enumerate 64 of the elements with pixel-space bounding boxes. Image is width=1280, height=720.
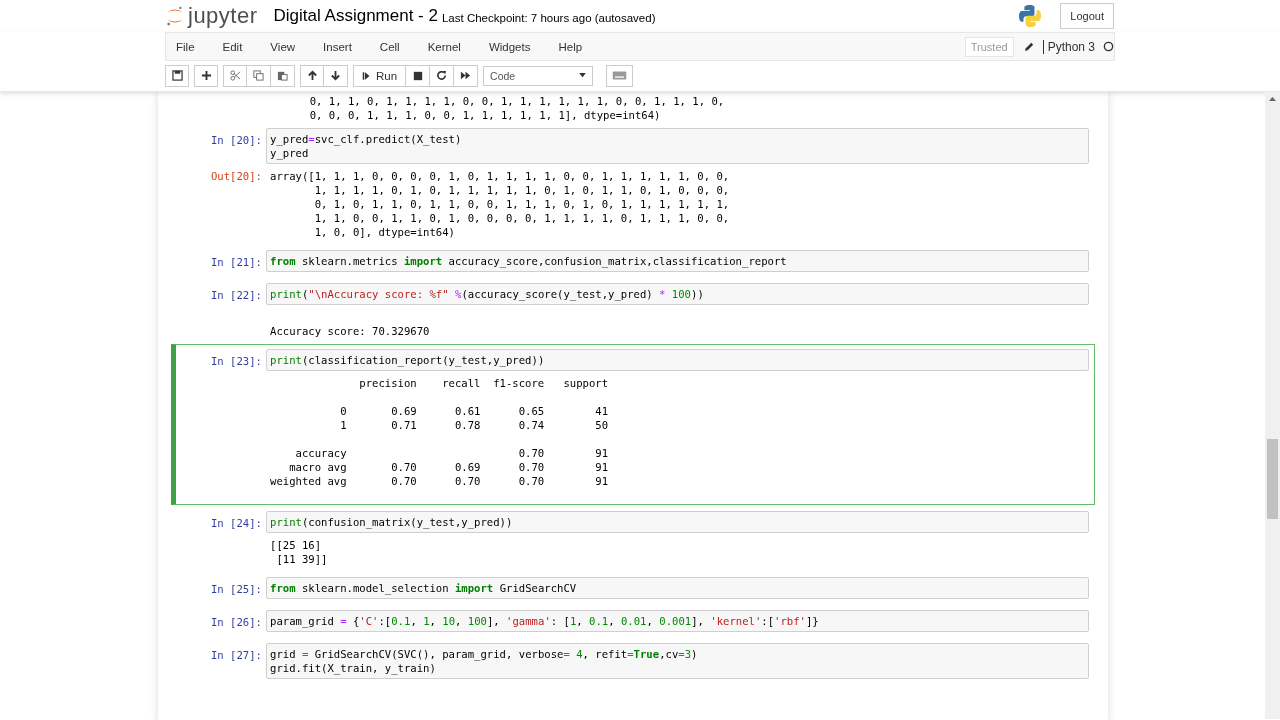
paste-button[interactable] [271,64,295,87]
down-arrow-icon [330,70,341,81]
copy-button[interactable] [247,64,271,87]
kernel-name[interactable]: Python 3 [1042,39,1095,54]
step-icon [362,70,371,81]
restart-button[interactable] [430,64,455,87]
selected-cell[interactable] [171,344,1095,505]
checkpoint-text: Last Checkpoint: 7 hours ago (autosaved) [441,12,656,24]
menu-item[interactable]: File [166,40,207,53]
logo-text[interactable]: jupyter [188,3,258,29]
logout-button[interactable]: Logout [1060,3,1114,29]
input-prompt: In [20]: [209,133,263,147]
code-input[interactable]: print("\nAccuracy score: %f" %(accuracy_score(y_test,y_pred) * 100)) [266,283,1089,305]
code-input[interactable]: grid = GridSearchCV(SVC(), param_grid, verbose= 4, refit=True,cv=3) grid.fit(X_train, y_train) [266,643,1089,679]
stop-icon [412,70,423,81]
pencil-icon[interactable] [1023,41,1035,52]
output-prompt: Out[20]: [209,169,263,183]
output-text: [[25 16] [11 39]] [269,538,328,566]
up-arrow-icon [306,70,318,81]
stop-button[interactable] [406,64,431,87]
code-input[interactable]: print(confusion_matrix(y_test,y_pred)) [266,511,1089,533]
code-input[interactable]: y_pred=svc_clf.predict(X_test) y_pred [266,128,1089,164]
add-cell-button[interactable] [194,64,218,87]
menu-item[interactable]: Edit [212,40,255,53]
output-text: precision recall f1-score support 0 0.69 0.61 0.65 41 1 0.71 0.78 0.74 50 accuracy 0.70 91 macro avg 0.70 0.69 0.70 91 weighted avg 0.70 0.70 0.70 91 [269,376,609,488]
code-input[interactable]: from sklearn.metrics import accuracy_score,confusion_matrix,classification_report [266,250,1089,272]
copy-icon [253,70,264,81]
save-button[interactable] [165,64,189,87]
code-input[interactable]: param_grid = {'C':[0.1, 1, 10, 100], 'gamma': [1, 0.1, 0.01, 0.001], 'kernel':['rbf']} [266,610,1089,632]
keyboard-icon [612,71,628,80]
output-text: Accuracy score: 70.329670 [269,324,430,338]
input-prompt: In [24]: [209,516,263,530]
menu-item[interactable]: Widgets [478,40,543,53]
output-text: 0, 1, 1, 0, 1, 1, 1, 1, 0, 0, 1, 1, 1, 1, 1, 1, 0, 0, 1, 1, 1, 0, 0, 0, 0, 1, 1, 1, 0, 0, 1, 1, 1, 1, 1, 1], dtype=int64) [308,94,726,122]
input-prompt: In [25]: [209,582,263,596]
run-button[interactable]: Run [353,64,407,87]
move-up-button[interactable] [300,64,324,87]
notebook-title[interactable]: Digital Assignment - 2 [273,6,438,26]
code-input[interactable]: print(classification_report(y_test,y_pred)) [266,349,1089,371]
input-prompt: In [26]: [209,615,263,629]
menu-item[interactable]: Kernel [417,40,473,53]
plus-icon [200,70,212,81]
fast-forward-icon [460,70,472,81]
menu-item[interactable]: View [260,40,308,53]
move-down-button[interactable] [324,64,348,87]
input-prompt: In [27]: [209,648,263,662]
scrollbar[interactable] [1265,92,1280,719]
menu-item[interactable]: Cell [369,40,412,53]
restart-icon [436,70,448,81]
caret-icon [579,73,587,78]
menu-item[interactable]: Help [548,40,595,53]
output-text: array([1, 1, 1, 0, 0, 0, 0, 1, 0, 1, 1, 1, 1, 0, 0, 1, 1, 1, 1, 1, 0, 0, 1, 1, 1, 1, 0, 1, 0, 1, 1, 1, 1, 1, 0, 1, 0, 1, 1, 0, 1, 0, 0, 0, 0, 1, 0, 1, 1, 0, 1, 1, 0, 0, 1, 1, 1, 0, 1, 0, 1, 1, 1, 1, 1, 1, 1, 1, 0, 0, 1, 1, 0, 1, 0, 0, 0, 0, 1, 1, 1, 1, 0, 1, 1, 1, 0, 0, 1, 0, 0], dtype=int64) [269,169,730,239]
python-logo-icon [1018,4,1043,28]
cut-button[interactable] [223,64,247,87]
fast-forward-button[interactable] [454,64,479,87]
cell-type-dropdown[interactable]: Code [483,65,594,86]
paste-icon [277,70,288,81]
keyboard-button[interactable] [606,64,634,87]
input-prompt: In [23]: [209,354,263,368]
input-prompt: In [21]: [209,255,263,269]
menu-item[interactable]: Insert [313,40,364,53]
scissors-icon [229,70,241,81]
input-prompt: In [22]: [209,288,263,302]
code-input[interactable]: from sklearn.model_selection import GridSearchCV [266,577,1089,599]
